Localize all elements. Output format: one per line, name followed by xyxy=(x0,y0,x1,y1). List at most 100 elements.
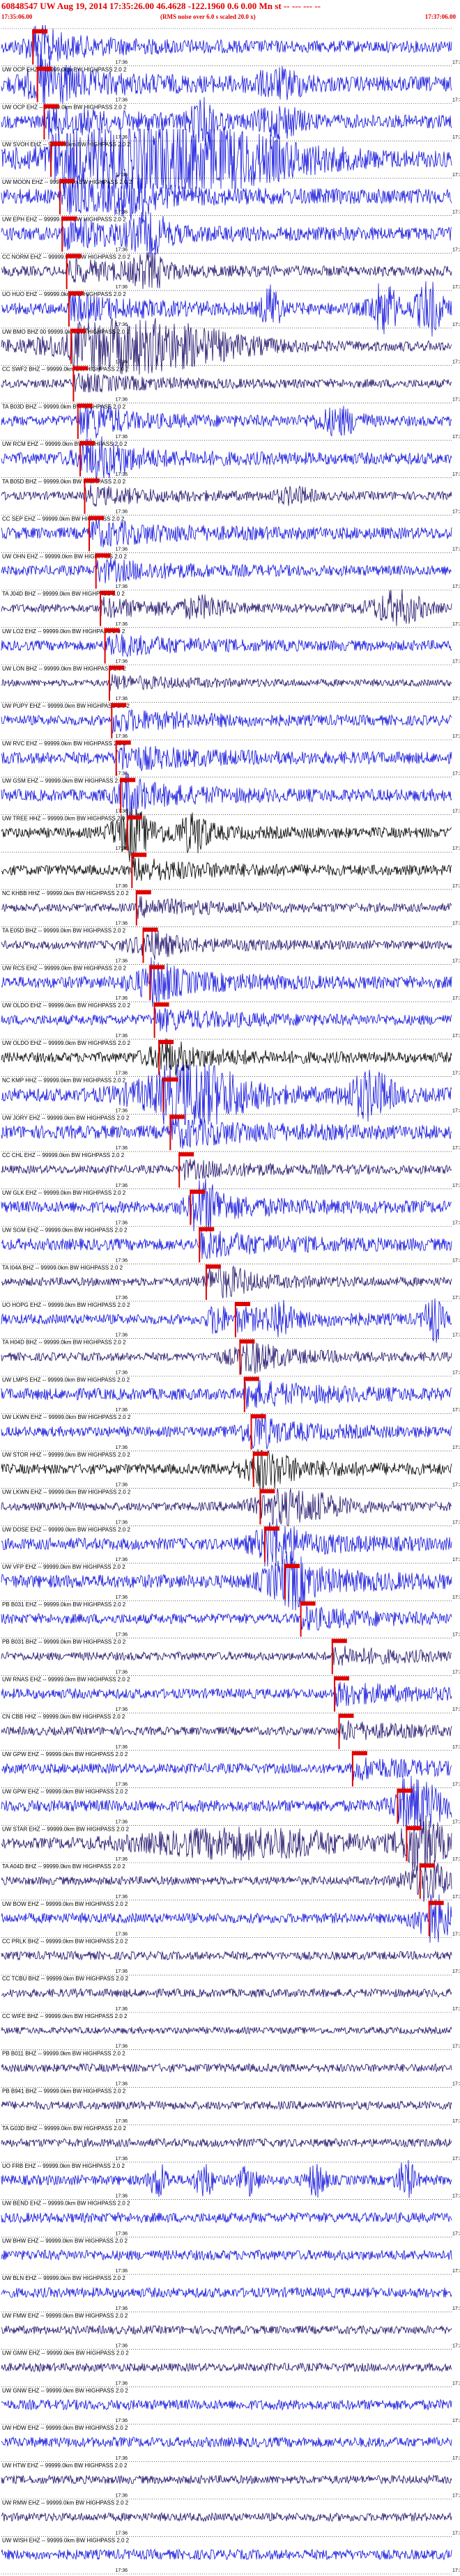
time-marker-label: 17:36 xyxy=(116,210,128,215)
time-marker-label: 17:36 xyxy=(116,959,128,963)
trace-row: TA B05D BHZ -- 99999.0km BW HIGHPASS 2.0… xyxy=(1,477,460,515)
waveform xyxy=(1,1987,452,1999)
channel-label: UO HUO EHZ -- 99999.0km BW HIGHPASS 2.0 … xyxy=(2,291,126,297)
trace-row: 17:36 17:36 xyxy=(1,25,460,69)
channel-label: UW SGM EHZ -- 99999.0km BW HIGHPASS 2.0 … xyxy=(2,1227,128,1234)
channel-label: CC PRLK BHZ -- 99999.0km BW HIGHPASS 2.0… xyxy=(2,1939,128,1945)
time-marker-label: 17:36 xyxy=(452,1408,460,1413)
time-marker-label: 17:36 xyxy=(452,1445,460,1450)
time-marker-label: 17:36 xyxy=(116,247,128,252)
channel-label: UW OLDO EHZ -- 99999.0km BW HIGHPASS 2.0… xyxy=(2,1002,130,1009)
trace-row: CC CHL EHZ -- 99999.0km BW HIGHPASS 2.0 … xyxy=(1,1151,460,1188)
channel-label: UW GMW EHZ -- 99999.0km BW HIGHPASS 2.0 … xyxy=(2,2350,129,2357)
waveform xyxy=(1,744,452,771)
waveform xyxy=(1,2249,452,2261)
time-marker-label: 17:36 xyxy=(452,1371,460,1376)
channel-label: CC SWF2 BHZ -- 99999.0km BW HIGHPASS 2.0… xyxy=(2,366,129,373)
pick-box xyxy=(59,178,75,183)
time-marker-label: 17:36 xyxy=(452,435,460,440)
time-marker-label: 17:36 xyxy=(452,1969,460,1974)
pick-box xyxy=(70,328,86,333)
waveform xyxy=(1,2286,452,2299)
time-marker-label: 17:36 xyxy=(116,922,128,926)
pick-box xyxy=(79,441,95,446)
time-marker-label: 17:36 xyxy=(452,2081,460,2086)
waveform xyxy=(1,2362,452,2373)
time-marker-label: 17:36 xyxy=(116,1895,128,1900)
time-marker-label: 17:36 xyxy=(452,622,460,627)
pick-box xyxy=(419,1863,435,1868)
channel-label: UW OLDO EHZ -- 99999.0km BW HIGHPASS 2.0… xyxy=(2,1040,130,1046)
time-marker-label: 17:36 xyxy=(116,2419,128,2423)
trace-row: UW GNW EHZ -- 99999.0km BW HIGHPASS 2.0 … xyxy=(1,2387,460,2423)
time-marker-label: 17:36 xyxy=(452,2231,460,2236)
time-marker-label: 17:36 xyxy=(452,61,460,65)
time-marker-label: 17:36 xyxy=(452,1820,460,1824)
time-marker-label: 17:36 xyxy=(452,1333,460,1338)
channel-label: UW JORY EHZ -- 99999.0km BW HIGHPASS 2.0… xyxy=(2,1115,130,1121)
waveform xyxy=(1,2212,452,2224)
waveform xyxy=(1,1755,452,1781)
time-marker-label: 17:36 xyxy=(452,2568,460,2573)
pick-box xyxy=(36,66,52,71)
channel-label: UW SVOH EHZ -- 99999.0km BW HIGHPASS 2.0… xyxy=(2,141,130,148)
waveform xyxy=(1,1379,452,1409)
time-marker-label: 17:36 xyxy=(116,2044,128,2049)
plot-header: 60848547 UW Aug 19, 2014 17:35:26.00 46.… xyxy=(0,0,460,25)
channel-label: PB B031 EHZ -- 99999.0km BW HIGHPASS 2.0… xyxy=(2,1601,126,1608)
channel-label: UW RVC EHZ -- 99999.0km BW HIGHPASS 2.0 … xyxy=(2,740,127,747)
pick-box xyxy=(199,1227,215,1232)
time-marker-label: 17:36 xyxy=(116,435,128,440)
waveform xyxy=(1,634,452,658)
channel-label: CC CHL EHZ -- 99999.0km BW HIGHPASS 2.0 … xyxy=(2,1152,125,1158)
trace-row: UO FRB EHZ -- 99999.0km BW HIGHPASS 2.0 … xyxy=(1,2159,460,2199)
time-marker-label: 17:36 xyxy=(116,1408,128,1413)
time-marker-label: 17:36 xyxy=(116,1296,128,1301)
trace-row: UW MOON EHZ -- 99999.0km BW HIGHPASS 2.0… xyxy=(1,174,460,221)
pick-box xyxy=(190,1189,206,1194)
pick-box xyxy=(77,403,93,408)
time-marker-label: 17:36 xyxy=(116,1146,128,1151)
channel-label: NC KMP HHZ -- 99999.0km BW HIGHPASS 2.0 … xyxy=(2,1078,126,1084)
time-marker-label: 17:36 xyxy=(452,2269,460,2274)
time-marker-label: 17:36 xyxy=(116,2494,128,2499)
pick-box xyxy=(158,1039,174,1044)
pick-box xyxy=(252,1451,268,1456)
trace-row: UW BLN EHZ -- 99999.0km BW HIGHPASS 2.0 … xyxy=(1,2274,460,2311)
time-marker-label: 17:36 xyxy=(116,547,128,552)
waveform xyxy=(1,674,452,692)
time-marker-label: 17:36 xyxy=(452,2044,460,2049)
channel-label: CC TCBU BHZ -- 99999.0km BW HIGHPASS 2.0… xyxy=(2,1976,129,1982)
time-marker-label: 17:36 xyxy=(116,1221,128,1226)
time-marker-label: 17:36 xyxy=(116,1857,128,1862)
time-marker-label: 17:36 xyxy=(452,1783,460,1787)
trace-row: UW RCM EHZ -- 99999.0km BW HIGHPASS 2.0 … xyxy=(1,436,460,482)
time-marker-label: 17:36 xyxy=(116,2007,128,2012)
time-marker-label: 17:36 xyxy=(116,1969,128,1974)
channel-label: CC SEP EHZ -- 99999.0km BW HIGHPASS 2.0 … xyxy=(2,516,125,522)
channel-label: UW RNAS EHZ -- 99999.0km BW HIGHPASS 2.0… xyxy=(2,1676,130,1682)
waveform xyxy=(1,2100,452,2111)
channel-label: NC KHBB HHZ -- 99999.0km BW HIGHPASS 2.0… xyxy=(2,890,129,897)
waveform xyxy=(1,2026,452,2035)
time-marker-label: 17:36 xyxy=(116,135,128,140)
trace-row: UW GPW EHZ -- 99999.0km BW HIGHPASS 2.0 … xyxy=(1,1750,460,1787)
time-marker-label: 17:36 xyxy=(116,1783,128,1787)
trace-row: UW LMPS EHZ -- 99999.0km BW HIGHPASS 2.0… xyxy=(1,1376,460,1413)
waveform xyxy=(1,1682,452,1707)
time-marker-label: 17:36 xyxy=(116,2194,128,2199)
trace-row: UW SGM EHZ -- 99999.0km BW HIGHPASS 2.0 … xyxy=(1,1226,460,1263)
waveform xyxy=(1,485,452,507)
time-marker-label: 17:36 xyxy=(452,1932,460,1937)
waveform xyxy=(1,1720,452,1741)
waveform xyxy=(1,2474,452,2485)
seismogram-plot: 17:36 17:36 UW OCP EHZ -- 99999.0km BW HIG… xyxy=(1,25,460,2575)
channel-label: PB B011 BHZ -- 99999.0km BW HIGHPASS 2.0… xyxy=(2,2051,125,2057)
time-marker-label: 17:36 xyxy=(452,884,460,889)
scale-note: (RMS noise over 6.0 s scaled 20.0 x) xyxy=(160,13,256,20)
time-marker-label: 17:36 xyxy=(452,472,460,477)
channel-label: UW RCS EHZ -- 99999.0km BW HIGHPASS 2.0 … xyxy=(2,965,127,971)
time-marker-label: 17:36 xyxy=(116,1258,128,1263)
time-marker-label: 17:36 xyxy=(116,510,128,515)
trace-row: UW OLDO EHZ -- 99999.0km BW HIGHPASS 2.0… xyxy=(1,1038,460,1076)
